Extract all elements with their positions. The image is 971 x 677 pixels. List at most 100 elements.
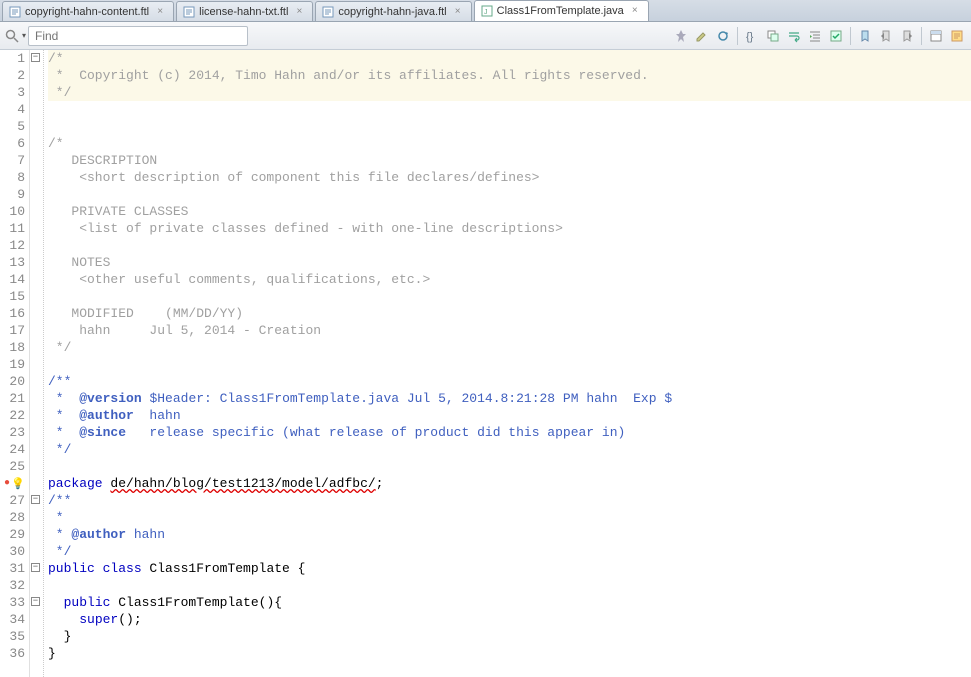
search-icon[interactable] <box>4 28 20 44</box>
indent-button[interactable] <box>805 26 825 46</box>
tab-class1fromtemplate-java[interactable]: JClass1FromTemplate.java× <box>474 0 649 21</box>
layout-button[interactable] <box>926 26 946 46</box>
copy-block-button[interactable] <box>763 26 783 46</box>
braces-button[interactable]: {} <box>742 26 762 46</box>
code-token-comment: /* <box>48 51 64 66</box>
code-token-comment: DESCRIPTION <box>48 153 157 168</box>
page-icon <box>950 29 964 43</box>
code-token-doc: */ <box>48 544 71 559</box>
code-line[interactable] <box>48 458 971 475</box>
code-token-plain: Class1FromTemplate { <box>142 561 306 576</box>
code-line[interactable]: * Copyright (c) 2014, Timo Hahn and/or i… <box>48 67 971 84</box>
code-line[interactable]: PRIVATE CLASSES <box>48 203 971 220</box>
code-line[interactable]: <other useful comments, qualifications, … <box>48 271 971 288</box>
line-gutter: 1234567891011121314151617181920212223242… <box>0 50 30 677</box>
fold-toggle[interactable]: − <box>31 53 40 62</box>
code-line[interactable]: /** <box>48 492 971 509</box>
check-icon <box>829 29 843 43</box>
pin-button[interactable] <box>671 26 691 46</box>
highlight-icon <box>695 29 709 43</box>
code-line[interactable] <box>48 186 971 203</box>
code-line[interactable]: */ <box>48 339 971 356</box>
search-dropdown-icon[interactable]: ▾ <box>22 31 26 40</box>
tab-license-hahn-txt-ftl[interactable]: license-hahn-txt.ftl× <box>176 1 313 21</box>
code-editor[interactable]: 1234567891011121314151617181920212223242… <box>0 50 971 677</box>
code-token-doc: hahn <box>134 408 181 423</box>
code-line[interactable]: /* <box>48 135 971 152</box>
fold-toggle[interactable]: − <box>31 597 40 606</box>
line-number: 💡 <box>6 475 25 492</box>
code-line[interactable]: hahn Jul 5, 2014 - Creation <box>48 322 971 339</box>
tab-label: Class1FromTemplate.java <box>497 5 624 17</box>
code-line[interactable] <box>48 356 971 373</box>
code-line[interactable]: * @version $Header: Class1FromTemplate.j… <box>48 390 971 407</box>
close-icon[interactable]: × <box>630 6 640 16</box>
line-number: 30 <box>6 543 25 560</box>
code-line[interactable]: */ <box>48 441 971 458</box>
line-number: 34 <box>6 611 25 628</box>
code-line[interactable]: /* <box>48 50 971 67</box>
code-token-err: de/hahn/blog/test1213/model/adfbc/ <box>110 476 375 491</box>
code-line[interactable]: public Class1FromTemplate(){ <box>48 594 971 611</box>
wrap-button[interactable] <box>784 26 804 46</box>
code-token-comment: <short description of component this fil… <box>48 170 539 185</box>
code-token-doc: hahn <box>126 527 165 542</box>
bookmark-button[interactable] <box>855 26 875 46</box>
line-number: 3 <box>6 84 25 101</box>
code-line[interactable]: public class Class1FromTemplate { <box>48 560 971 577</box>
fold-toggle[interactable]: − <box>31 563 40 572</box>
code-line[interactable]: * <box>48 509 971 526</box>
line-number: 25 <box>6 458 25 475</box>
code-line[interactable]: */ <box>48 543 971 560</box>
code-line[interactable]: * @since release specific (what release … <box>48 424 971 441</box>
line-number: 20 <box>6 373 25 390</box>
close-icon[interactable]: × <box>453 7 463 17</box>
prev-bm-button[interactable] <box>876 26 896 46</box>
code-line[interactable]: * @author hahn <box>48 526 971 543</box>
tab-bar: copyright-hahn-content.ftl×license-hahn-… <box>0 0 971 22</box>
code-line[interactable] <box>48 118 971 135</box>
close-icon[interactable]: × <box>294 7 304 17</box>
close-icon[interactable]: × <box>155 7 165 17</box>
code-line[interactable]: */ <box>48 84 971 101</box>
code-line[interactable]: } <box>48 645 971 662</box>
code-token-doctag: @version <box>79 391 141 406</box>
page-button[interactable] <box>947 26 967 46</box>
code-line[interactable]: } <box>48 628 971 645</box>
code-line[interactable]: <list of private classes defined - with … <box>48 220 971 237</box>
toolbar-buttons: {} <box>671 26 967 46</box>
line-number: 11 <box>6 220 25 237</box>
line-number: 36 <box>6 645 25 662</box>
highlight-button[interactable] <box>692 26 712 46</box>
tab-copyright-hahn-java-ftl[interactable]: copyright-hahn-java.ftl× <box>315 1 471 21</box>
code-line[interactable]: package de/hahn/blog/test1213/model/adfb… <box>48 475 971 492</box>
code-line[interactable]: <short description of component this fil… <box>48 169 971 186</box>
line-number: 6 <box>6 135 25 152</box>
code-line[interactable] <box>48 237 971 254</box>
line-number: 5 <box>6 118 25 135</box>
line-number: 18 <box>6 339 25 356</box>
copy-block-icon <box>766 29 780 43</box>
find-input[interactable] <box>28 26 248 46</box>
refresh-button[interactable] <box>713 26 733 46</box>
fold-toggle[interactable]: − <box>31 495 40 504</box>
code-area[interactable]: /* * Copyright (c) 2014, Timo Hahn and/o… <box>44 50 971 677</box>
code-token-doc: * <box>48 527 71 542</box>
code-line[interactable]: NOTES <box>48 254 971 271</box>
check-button[interactable] <box>826 26 846 46</box>
code-line[interactable]: super(); <box>48 611 971 628</box>
code-line[interactable] <box>48 288 971 305</box>
next-bm-button[interactable] <box>897 26 917 46</box>
line-number: 1 <box>6 50 25 67</box>
code-line[interactable]: /** <box>48 373 971 390</box>
code-line[interactable]: MODIFIED (MM/DD/YY) <box>48 305 971 322</box>
code-token-comment: hahn Jul 5, 2014 - Creation <box>48 323 321 338</box>
code-token-doc: * <box>48 408 79 423</box>
code-line[interactable]: DESCRIPTION <box>48 152 971 169</box>
line-number: 12 <box>6 237 25 254</box>
code-line[interactable] <box>48 101 971 118</box>
code-line[interactable]: * @author hahn <box>48 407 971 424</box>
line-number: 35 <box>6 628 25 645</box>
tab-copyright-hahn-content-ftl[interactable]: copyright-hahn-content.ftl× <box>2 1 174 21</box>
code-line[interactable] <box>48 577 971 594</box>
